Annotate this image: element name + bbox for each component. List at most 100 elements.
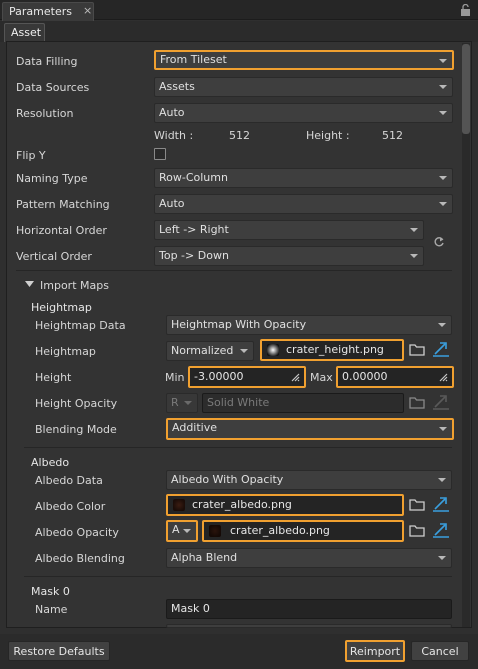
mask0-section-title: Mask 0 xyxy=(31,585,70,598)
scrollbar-thumb[interactable] xyxy=(462,44,470,134)
tab-asset[interactable]: Asset xyxy=(4,23,45,42)
height-opacity-channel-select[interactable]: R xyxy=(166,393,198,413)
naming-type-label: Naming Type xyxy=(16,172,88,185)
chevron-down-icon xyxy=(439,59,447,63)
albedo-color-file-name: crater_albedo.png xyxy=(192,498,292,511)
divider xyxy=(24,447,452,448)
albedo-data-label: Albedo Data xyxy=(35,474,103,487)
open-external-icon[interactable] xyxy=(432,393,450,410)
open-external-icon[interactable] xyxy=(432,495,450,512)
mask0-next-field xyxy=(166,624,452,628)
resolution-value: Auto xyxy=(159,106,185,119)
chevron-down-icon xyxy=(184,401,192,405)
mask0-name-value: Mask 0 xyxy=(171,602,210,615)
albedo-section-title: Albedo xyxy=(31,456,70,469)
close-tab-icon[interactable]: × xyxy=(83,4,92,17)
height-max-input[interactable]: 0.00000 xyxy=(336,366,454,388)
height-max-value: 0.00000 xyxy=(342,370,388,383)
resolution-select[interactable]: Auto xyxy=(154,103,453,123)
chevron-down-icon xyxy=(240,349,248,353)
folder-icon[interactable] xyxy=(409,396,425,409)
window-title: Parameters xyxy=(9,5,72,18)
height-opacity-label: Height Opacity xyxy=(35,397,118,410)
blending-mode-select[interactable]: Additive xyxy=(166,418,454,440)
albedo-blending-value: Alpha Blend xyxy=(171,551,238,564)
data-filling-label: Data Filling xyxy=(16,55,78,68)
heightmap-data-value: Heightmap With Opacity xyxy=(171,318,307,331)
vertical-order-select[interactable]: Top -> Down xyxy=(154,246,424,266)
mask0-name-input[interactable]: Mask 0 xyxy=(166,599,452,619)
albedo-opacity-channel-value: A xyxy=(172,523,180,536)
albedo-opacity-channel-select[interactable]: A xyxy=(166,520,198,542)
blending-mode-label: Blending Mode xyxy=(35,423,117,436)
naming-type-value: Row-Column xyxy=(159,171,228,184)
albedo-opacity-label: Albedo Opacity xyxy=(35,526,119,539)
swap-order-icon[interactable] xyxy=(433,236,445,248)
chevron-down-icon xyxy=(410,228,418,232)
flip-y-checkbox[interactable] xyxy=(154,148,166,160)
heightmap-mode-select[interactable]: Normalized xyxy=(166,341,254,361)
chevron-down-icon xyxy=(439,85,447,89)
restore-defaults-button[interactable]: Restore Defaults xyxy=(8,641,110,661)
divider xyxy=(16,270,452,271)
lock-icon[interactable] xyxy=(460,4,471,16)
albedo-opacity-file-field[interactable]: crater_albedo.png xyxy=(202,520,404,542)
pattern-matching-select[interactable]: Auto xyxy=(154,194,453,214)
data-sources-value: Assets xyxy=(159,80,195,93)
open-external-icon[interactable] xyxy=(432,340,450,357)
heightmap-file-field[interactable]: crater_height.png xyxy=(260,339,404,361)
vertical-order-label: Vertical Order xyxy=(16,250,92,263)
heightmap-data-select[interactable]: Heightmap With Opacity xyxy=(166,315,452,335)
chevron-down-icon xyxy=(439,202,447,206)
window-tab-parameters[interactable]: Parameters × xyxy=(2,2,94,21)
heightmap-label: Heightmap xyxy=(35,345,96,358)
height-min-input[interactable]: -3.00000 xyxy=(188,366,306,388)
height-opacity-field[interactable]: Solid White xyxy=(202,393,404,413)
horizontal-order-select[interactable]: Left -> Right xyxy=(154,220,424,240)
blending-mode-value: Additive xyxy=(172,421,217,434)
albedo-data-select[interactable]: Albedo With Opacity xyxy=(166,470,452,490)
resize-handle-icon[interactable] xyxy=(439,373,448,382)
height-label: Height xyxy=(35,371,72,384)
chevron-down-icon xyxy=(439,427,447,431)
subtab-bar xyxy=(0,21,478,42)
folder-icon[interactable] xyxy=(409,524,425,537)
data-sources-label: Data Sources xyxy=(16,81,90,94)
height-max-label: Max xyxy=(310,371,333,384)
albedo-color-thumbnail xyxy=(173,499,185,511)
albedo-color-label: Albedo Color xyxy=(35,500,106,513)
folder-icon[interactable] xyxy=(409,498,425,511)
cancel-button[interactable]: Cancel xyxy=(411,641,469,661)
chevron-down-icon xyxy=(438,323,446,327)
chevron-down-icon xyxy=(410,254,418,258)
albedo-color-file-field[interactable]: crater_albedo.png xyxy=(166,494,404,516)
mask0-name-label: Name xyxy=(35,603,68,616)
pattern-matching-label: Pattern Matching xyxy=(16,198,110,211)
heightmap-data-label: Heightmap Data xyxy=(35,319,126,332)
chevron-down-icon xyxy=(439,111,447,115)
height-min-label: Min xyxy=(165,371,185,384)
resolution-label: Resolution xyxy=(16,107,74,120)
width-value: 512 xyxy=(229,129,250,142)
albedo-blending-select[interactable]: Alpha Blend xyxy=(166,548,452,568)
heightmap-thumbnail xyxy=(267,344,279,356)
height-min-value: -3.00000 xyxy=(194,370,244,383)
naming-type-select[interactable]: Row-Column xyxy=(154,168,453,188)
albedo-blending-label: Albedo Blending xyxy=(35,552,125,565)
import-maps-label[interactable]: Import Maps xyxy=(40,279,109,292)
height-res-label: Height : xyxy=(306,129,350,142)
resize-handle-icon[interactable] xyxy=(291,373,300,382)
vertical-order-value: Top -> Down xyxy=(159,249,229,262)
chevron-down-icon xyxy=(438,556,446,560)
collapse-arrow-icon[interactable] xyxy=(25,281,34,288)
albedo-opacity-thumbnail xyxy=(209,525,221,537)
reimport-button[interactable]: Reimport xyxy=(345,640,405,662)
open-external-icon[interactable] xyxy=(432,521,450,538)
width-label: Width : xyxy=(154,129,194,142)
folder-icon[interactable] xyxy=(409,343,425,356)
data-sources-select[interactable]: Assets xyxy=(154,77,453,97)
data-filling-select[interactable]: From Tileset xyxy=(154,50,454,70)
height-opacity-channel-value: R xyxy=(171,396,179,409)
horizontal-order-label: Horizontal Order xyxy=(16,224,107,237)
height-res-value: 512 xyxy=(382,129,403,142)
